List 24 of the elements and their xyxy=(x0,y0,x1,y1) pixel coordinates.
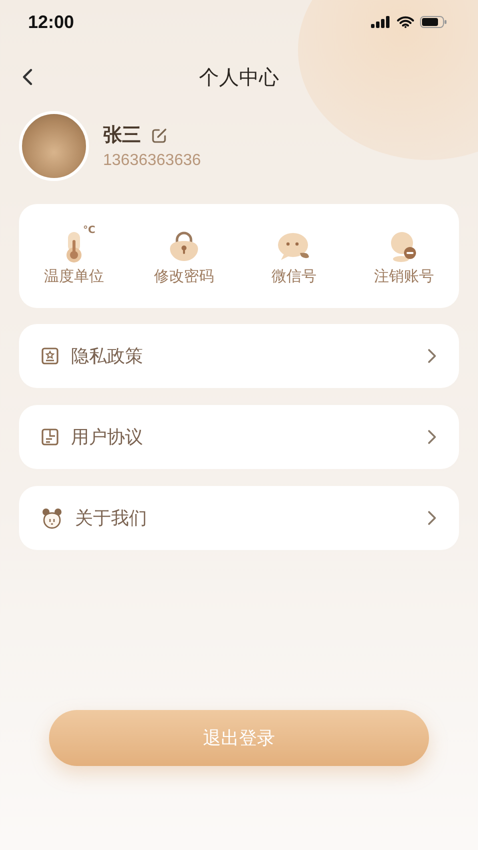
chevron-right-icon xyxy=(427,348,437,364)
chevron-right-icon xyxy=(427,510,437,526)
document-icon xyxy=(41,428,59,446)
battery-icon xyxy=(420,16,447,28)
signal-icon xyxy=(371,16,391,28)
back-icon xyxy=(21,68,33,86)
status-time: 12:00 xyxy=(28,12,74,32)
quick-action-button[interactable]: °C 温度单位 xyxy=(19,226,129,286)
chevron-right-icon xyxy=(427,429,437,445)
unit-label: °C xyxy=(83,224,96,236)
phone-number: 13636363636 xyxy=(103,152,201,170)
chat-bubble-icon xyxy=(276,230,312,262)
quick-action-button[interactable]: 微信号 xyxy=(239,226,349,286)
user-name: 张三 xyxy=(103,123,141,148)
menu-item[interactable]: 用户协议 xyxy=(19,405,459,469)
quick-action-button[interactable]: 注销账号 xyxy=(349,226,459,286)
mouse-face-icon xyxy=(41,507,63,529)
edit-icon[interactable] xyxy=(151,126,168,144)
menu-item[interactable]: 隐私政策 xyxy=(19,324,459,388)
menu-item[interactable]: 关于我们 xyxy=(19,486,459,550)
lock-icon xyxy=(167,230,201,262)
quick-action-button[interactable]: 修改密码 xyxy=(129,226,239,286)
page-title: 个人中心 xyxy=(199,64,279,90)
wifi-icon xyxy=(397,16,414,28)
